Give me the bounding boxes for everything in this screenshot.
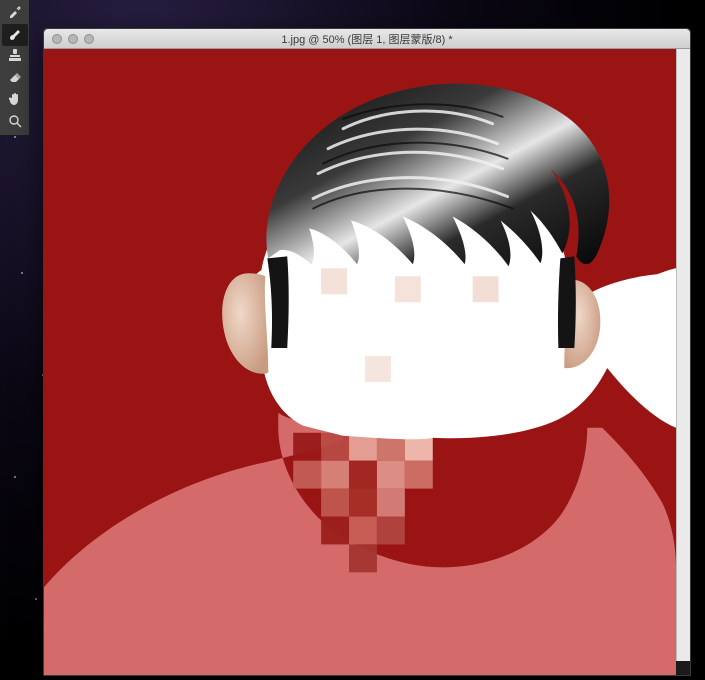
- zoom-tool[interactable]: [2, 112, 28, 134]
- hand-tool[interactable]: [2, 90, 28, 112]
- minimize-button[interactable]: [68, 34, 78, 44]
- eraser-icon: [7, 69, 23, 90]
- zoom-icon: [7, 113, 23, 134]
- stamp-icon: [7, 47, 23, 68]
- clone-stamp-tool[interactable]: [2, 46, 28, 68]
- toolbox-panel: [0, 0, 30, 136]
- canvas-artwork: [44, 49, 676, 675]
- window-titlebar[interactable]: 1.jpg @ 50% (图层 1, 图层蒙版/8) *: [44, 29, 690, 49]
- image-canvas[interactable]: [44, 49, 676, 675]
- eyedropper-tool[interactable]: [2, 2, 28, 24]
- eraser-tool[interactable]: [2, 68, 28, 90]
- canvas-viewport: [44, 49, 690, 675]
- zoom-button[interactable]: [84, 34, 94, 44]
- brush-icon: [7, 25, 23, 46]
- eyedropper-icon: [7, 3, 23, 24]
- brush-tool[interactable]: [2, 24, 28, 46]
- document-window: 1.jpg @ 50% (图层 1, 图层蒙版/8) *: [43, 28, 691, 676]
- hand-icon: [7, 91, 23, 112]
- traffic-lights: [52, 34, 94, 44]
- window-title: 1.jpg @ 50% (图层 1, 图层蒙版/8) *: [44, 31, 690, 47]
- close-button[interactable]: [52, 34, 62, 44]
- vertical-scrollbar[interactable]: [676, 49, 690, 661]
